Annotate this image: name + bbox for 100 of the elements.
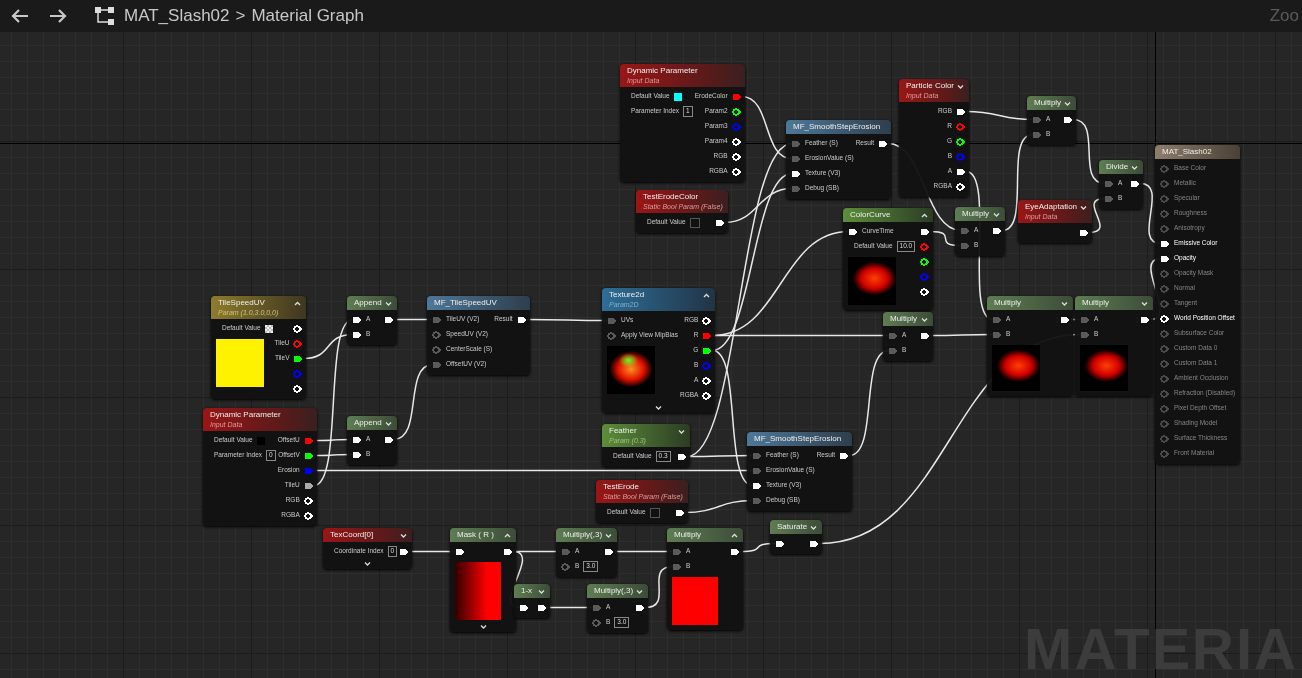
chevron-down-icon[interactable] [384,301,392,306]
pin-icon[interactable] [809,539,820,548]
pin-icon[interactable] [920,331,930,340]
pin-icon[interactable] [1160,314,1170,323]
pin-icon[interactable] [702,346,713,355]
node-title: EyeAdaptation [1025,203,1078,211]
pin-icon[interactable] [293,354,304,363]
pin-icon[interactable] [992,226,1002,235]
pin-icon[interactable] [303,451,314,460]
pin-icon[interactable] [839,451,850,460]
pin-icon[interactable] [702,391,713,400]
pin-icon[interactable] [714,218,725,227]
chevron-up-icon[interactable] [921,213,928,218]
pin-icon[interactable] [1160,254,1170,263]
pin-icon[interactable] [399,547,410,556]
checker-swatch[interactable] [264,324,273,333]
forward-arrow-icon[interactable] [48,8,68,24]
color-swatch[interactable] [673,92,682,101]
back-arrow-icon[interactable] [10,8,30,24]
chevron-up-icon[interactable] [703,293,711,298]
pin-icon[interactable] [635,603,646,612]
pin-icon[interactable] [702,316,713,325]
chevron-down-icon[interactable] [479,624,487,629]
pin-icon[interactable] [1079,228,1090,237]
chevron-down-icon[interactable] [1131,165,1139,170]
pin-icon[interactable] [731,167,742,176]
checkbox[interactable] [689,217,700,228]
pin-icon[interactable] [352,315,362,324]
pin-icon[interactable] [730,547,740,556]
chevron-down-icon[interactable] [636,589,644,594]
pin-icon[interactable] [956,107,966,116]
pin-icon[interactable] [293,324,304,333]
chevron-down-icon[interactable] [921,317,928,322]
chevron-down-icon[interactable] [605,533,613,538]
checkbox[interactable] [649,507,660,518]
pin-icon[interactable] [383,435,394,444]
pin-icon[interactable] [455,547,465,556]
pin-icon[interactable] [503,547,513,556]
chevron-down-icon[interactable] [655,405,663,410]
breadcrumb-link[interactable]: Material Graph [251,6,364,26]
pin-icon[interactable] [352,330,362,339]
node-title: Multiply [962,210,990,218]
graph-node[interactable]: 1-x [514,584,550,618]
chevron-up-icon[interactable] [504,533,511,538]
pin-icon[interactable] [848,227,858,236]
pin-icon[interactable] [731,152,742,161]
breadcrumb-link[interactable]: MAT_Slash02 [124,6,230,26]
pin-icon[interactable] [731,107,742,116]
chevron-down-icon[interactable] [384,421,392,426]
chevron-down-icon[interactable] [1061,301,1068,306]
node-title: Mask ( R ) [457,531,494,539]
pin-icon[interactable] [920,287,930,296]
pin-icon[interactable] [677,452,687,461]
pin-icon[interactable] [604,547,615,556]
pin-icon[interactable] [956,137,966,146]
pin-icon[interactable] [775,539,785,548]
pin-icon[interactable] [920,227,930,236]
pin-icon[interactable] [303,496,314,505]
chevron-down-icon[interactable] [993,212,1000,217]
pin-icon[interactable] [352,450,362,459]
chevron-up-icon[interactable] [294,301,302,306]
texture-preview [607,346,655,394]
pin-icon[interactable] [1160,239,1170,248]
pin-icon[interactable] [293,384,304,393]
chevron-down-icon[interactable] [957,84,964,89]
pin-icon[interactable] [352,435,362,444]
graph-node[interactable]: Mask ( R ) [450,528,516,632]
chevron-down-icon[interactable] [400,533,408,538]
node-title: Multiply(,3) [563,531,603,539]
pin-icon[interactable] [1060,315,1070,324]
pin-icon[interactable] [920,257,930,266]
pin-icon[interactable] [519,603,529,612]
graph-node[interactable] [1155,145,1241,464]
chevron-down-icon[interactable] [810,525,818,530]
pin-icon[interactable] [878,139,889,148]
pin-icon[interactable] [1130,179,1141,188]
pin-icon[interactable] [674,508,685,517]
pin-icon[interactable] [537,603,547,612]
chevron-down-icon[interactable] [1141,301,1148,306]
pin-icon[interactable] [516,315,527,324]
pin-icon[interactable] [731,137,742,146]
pin-icon[interactable] [303,481,314,490]
pin-icon[interactable] [1140,315,1150,324]
chevron-down-icon[interactable] [1080,205,1088,210]
chevron-down-icon[interactable] [1064,101,1072,106]
chevron-down-icon[interactable] [678,429,685,434]
pin-icon[interactable] [1063,115,1074,124]
chevron-up-icon[interactable] [731,533,738,538]
pin-icon[interactable] [303,511,314,520]
pin-icon[interactable] [383,315,394,324]
chevron-down-icon[interactable] [538,589,545,594]
graph-node[interactable]: Saturate [770,520,823,554]
node-title: TileSpeedUV [218,299,266,307]
pin-icon[interactable] [956,182,966,191]
pin-icon[interactable] [791,169,801,178]
node-title: Particle Color [906,82,954,90]
pin-icon[interactable] [752,481,762,490]
chevron-down-icon[interactable] [364,561,372,566]
pin-icon[interactable] [702,376,713,385]
pin-icon[interactable] [956,167,966,176]
